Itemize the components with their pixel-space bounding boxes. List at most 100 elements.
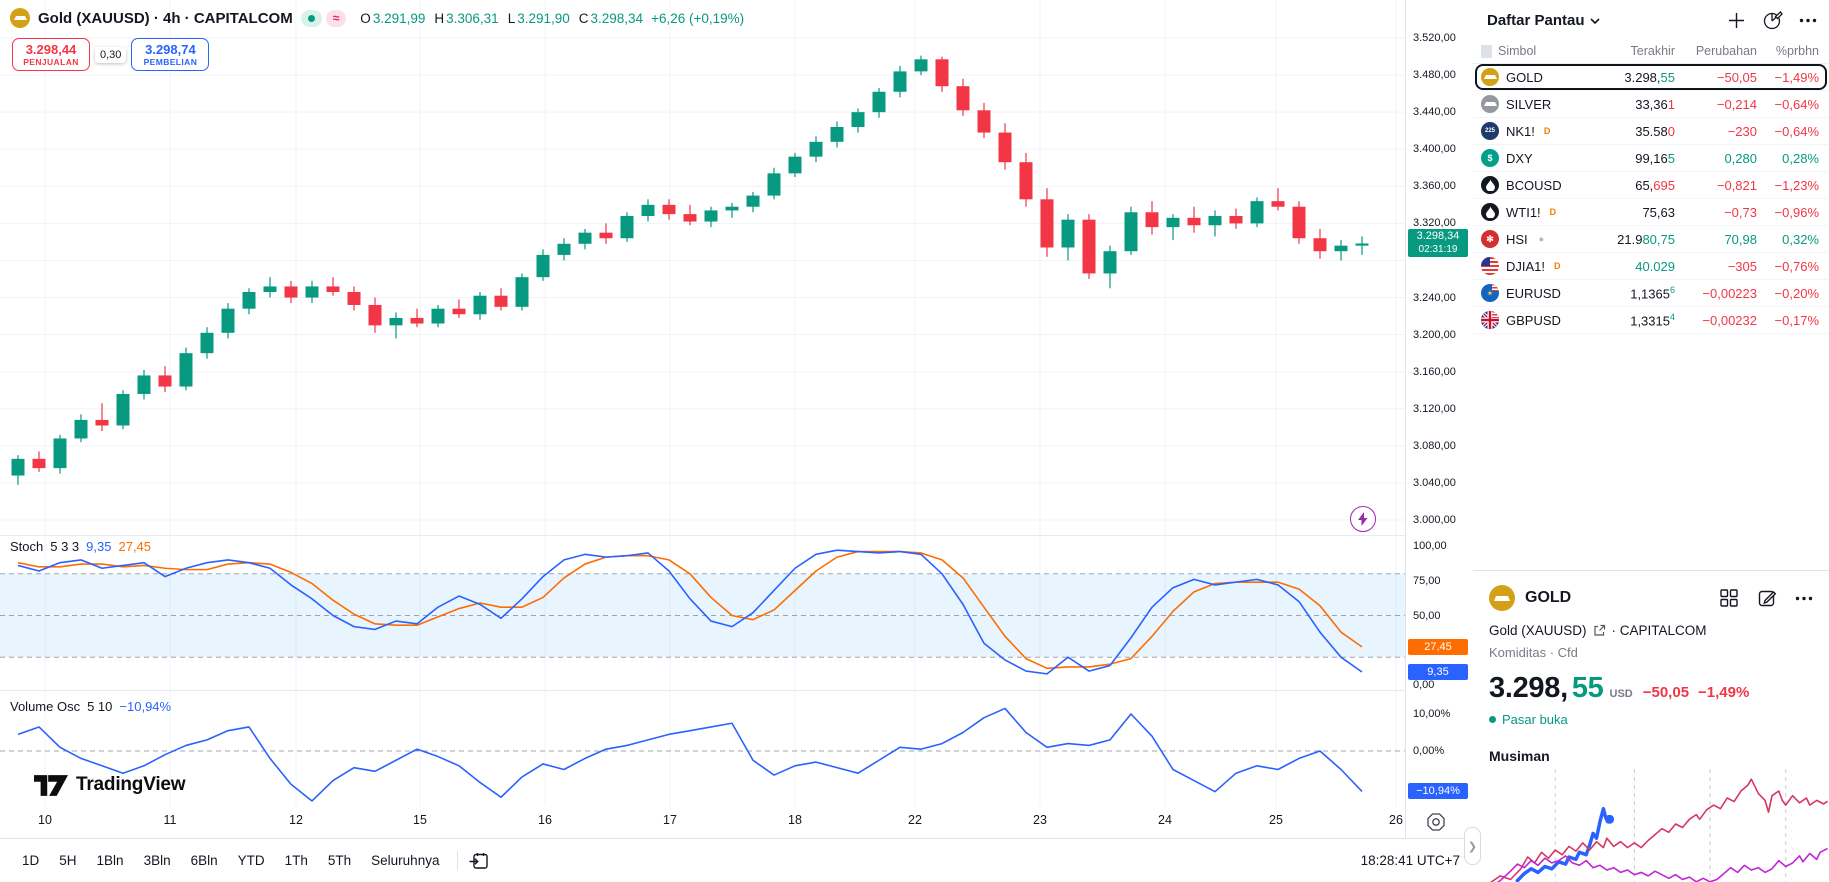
- range-button-3bln[interactable]: 3Bln: [136, 849, 179, 872]
- watchlist-row-dxy[interactable]: $DXY99,1650,2800,28%: [1473, 145, 1829, 172]
- volume-osc-legend[interactable]: Volume Osc 5 10 −10,94%: [10, 699, 171, 714]
- flag-gb-icon: [1481, 311, 1499, 329]
- chart-title[interactable]: Gold (XAUUSD) · 4h · CAPITALCOM: [38, 10, 293, 27]
- clock[interactable]: 18:28:41 UTC+7: [1361, 853, 1460, 868]
- add-symbol-icon[interactable]: [1727, 11, 1746, 30]
- edit-note-icon[interactable]: [1757, 588, 1777, 608]
- change-cell: −50,05: [1675, 70, 1757, 85]
- stoch-axis-label: 100,00: [1413, 540, 1447, 552]
- more-options-icon[interactable]: [1799, 18, 1817, 23]
- detail-subtitle: Gold (XAUUSD) · CAPITALCOM: [1489, 623, 1813, 638]
- panel-collapse-handle[interactable]: ❯: [1464, 827, 1481, 865]
- change-cell: 70,98: [1675, 232, 1757, 247]
- time-axis-label: 16: [538, 813, 552, 827]
- detail-price-accent: 55: [1572, 672, 1604, 705]
- stoch-axis-label: 0,00: [1413, 679, 1434, 691]
- detail-symbol-full[interactable]: Gold (XAUUSD): [1489, 623, 1587, 638]
- go-to-date-icon[interactable]: [468, 850, 490, 872]
- buy-button[interactable]: 3.298,74 PEMBELIAN: [131, 38, 209, 71]
- watchlist-row-silver[interactable]: SILVER33,361−0,214−0,64%: [1473, 91, 1829, 118]
- watchlist-row-wti1[interactable]: WTI1!D75,63−0,73−0,96%: [1473, 199, 1829, 226]
- range-button-ytd[interactable]: YTD: [230, 849, 273, 872]
- marker-visibility-pill[interactable]: [301, 10, 322, 27]
- time-axis-label: 15: [413, 813, 427, 827]
- symbol-name: GBPUSD: [1506, 313, 1561, 328]
- watchlist-row-nk1[interactable]: 225NK1!D35.580−230−0,64%: [1473, 118, 1829, 145]
- column-terakhir[interactable]: Terakhir: [1587, 44, 1675, 58]
- change-pct-cell: −0,17%: [1757, 313, 1819, 328]
- change-pct-cell: −0,64%: [1757, 97, 1819, 112]
- ohlc-key: H: [434, 11, 444, 26]
- range-button-1bln[interactable]: 1Bln: [89, 849, 132, 872]
- price-axis[interactable]: 3.520,003.480,003.440,003.400,003.360,00…: [1405, 0, 1473, 882]
- column-simbol[interactable]: Simbol: [1498, 44, 1587, 58]
- symbol-cell: GBPUSD: [1481, 311, 1587, 329]
- pane-divider[interactable]: [0, 690, 1472, 691]
- range-button-1d[interactable]: 1D: [14, 849, 47, 872]
- column-prbhn[interactable]: %prbhn: [1757, 44, 1819, 58]
- market-status: Pasar buka: [1489, 712, 1813, 727]
- chevron-down-icon: [1590, 18, 1600, 24]
- volume-osc-pane[interactable]: [0, 690, 1405, 806]
- range-button-1th[interactable]: 1Th: [277, 849, 316, 872]
- last-price-cell: 65,695: [1587, 178, 1675, 193]
- more-options-icon[interactable]: [1795, 596, 1813, 601]
- symbol-name: BCOUSD: [1506, 178, 1562, 193]
- candlestick-chart[interactable]: [0, 0, 1405, 535]
- time-axis-label: 24: [1158, 813, 1172, 827]
- chart-section: Gold (XAUUSD) · 4h · CAPITALCOM ≈ O3.291…: [0, 0, 1472, 882]
- pie-chart-icon[interactable]: [1762, 10, 1783, 31]
- last-price-cell: 1,33154: [1587, 312, 1675, 328]
- lightning-icon[interactable]: [1350, 506, 1376, 532]
- ohlc-values: O3.291,99H3.306,31L3.291,90C3.298,34: [360, 11, 643, 26]
- change-pct-cell: 0,32%: [1757, 232, 1819, 247]
- delayed-badge: D: [1554, 261, 1561, 271]
- watchlist-row-hsi[interactable]: ✻HSI●21.980,7570,980,32%: [1473, 226, 1829, 253]
- tradingview-wordmark: TradingView: [76, 774, 185, 796]
- grid-view-icon[interactable]: [1719, 588, 1739, 608]
- stoch-title: Stoch: [10, 539, 43, 554]
- last-price-cell: 75,63: [1587, 205, 1675, 220]
- symbol-name: SILVER: [1506, 97, 1551, 112]
- pane-divider[interactable]: [0, 535, 1472, 536]
- sell-button[interactable]: 3.298,44 PENJUALAN: [12, 38, 90, 71]
- stoch-legend[interactable]: Stoch 5 3 3 9,35 27,45: [10, 539, 151, 554]
- bottom-toolbar: 1D5H1Bln3Bln6BlnYTD1Th5ThSeluruhnya 18:2…: [0, 838, 1472, 882]
- stochastic-pane[interactable]: [0, 535, 1405, 690]
- last-price-cell: 35.580: [1587, 124, 1675, 139]
- symbol-cell: BCOUSD: [1481, 176, 1587, 194]
- time-axis-label: 26: [1389, 813, 1403, 827]
- watchlist-row-gbpusd[interactable]: GBPUSD1,33154−0,00232−0,17%: [1473, 307, 1829, 334]
- scales-settings-icon[interactable]: [1425, 811, 1447, 838]
- change-cell: −0,73: [1675, 205, 1757, 220]
- stoch-d-value: 27,45: [118, 539, 151, 554]
- change-pct-cell: −0,20%: [1757, 286, 1819, 301]
- watchlist-row-djia1[interactable]: DJIA1!D40.029−305−0,76%: [1473, 253, 1829, 280]
- watchlist-header: Daftar Pantau: [1473, 0, 1829, 39]
- price-axis-label: 3.320,00: [1413, 217, 1456, 229]
- change-cell: −0,00223: [1675, 286, 1757, 301]
- ohlc-key: O: [360, 11, 371, 26]
- range-button-5th[interactable]: 5Th: [320, 849, 359, 872]
- column-perubahan[interactable]: Perubahan: [1675, 44, 1757, 58]
- range-button-6bln[interactable]: 6Bln: [183, 849, 226, 872]
- external-link-icon[interactable]: [1593, 624, 1606, 637]
- range-button-5h[interactable]: 5H: [51, 849, 84, 872]
- watchlist-title[interactable]: Daftar Pantau: [1487, 12, 1600, 29]
- ohlc-value: 3.298,34: [591, 11, 644, 26]
- ohlc-key: L: [508, 11, 516, 26]
- flag-column-icon[interactable]: [1481, 45, 1492, 58]
- stoch-d-chip: 27,45: [1408, 639, 1468, 655]
- time-axis[interactable]: 101112151617182223242526: [0, 806, 1405, 838]
- seasonal-chart[interactable]: [1483, 765, 1827, 882]
- watchlist-row-gold[interactable]: GOLD3.298,55−50,05−1,49%: [1473, 64, 1829, 91]
- tradingview-logo[interactable]: TradingView: [34, 774, 185, 796]
- watchlist-row-eurusd[interactable]: ✶EURUSD1,13656−0,00223−0,20%: [1473, 280, 1829, 307]
- watchlist-row-bcousd[interactable]: BCOUSD65,695−0,821−1,23%: [1473, 172, 1829, 199]
- ohlc-key: C: [579, 11, 589, 26]
- symbol-name: EURUSD: [1506, 286, 1561, 301]
- detail-change: −50,05−1,49%: [1643, 684, 1750, 701]
- change-pct-cell: −1,23%: [1757, 178, 1819, 193]
- range-button-seluruhnya[interactable]: Seluruhnya: [363, 849, 447, 872]
- approx-price-pill[interactable]: ≈: [326, 10, 347, 27]
